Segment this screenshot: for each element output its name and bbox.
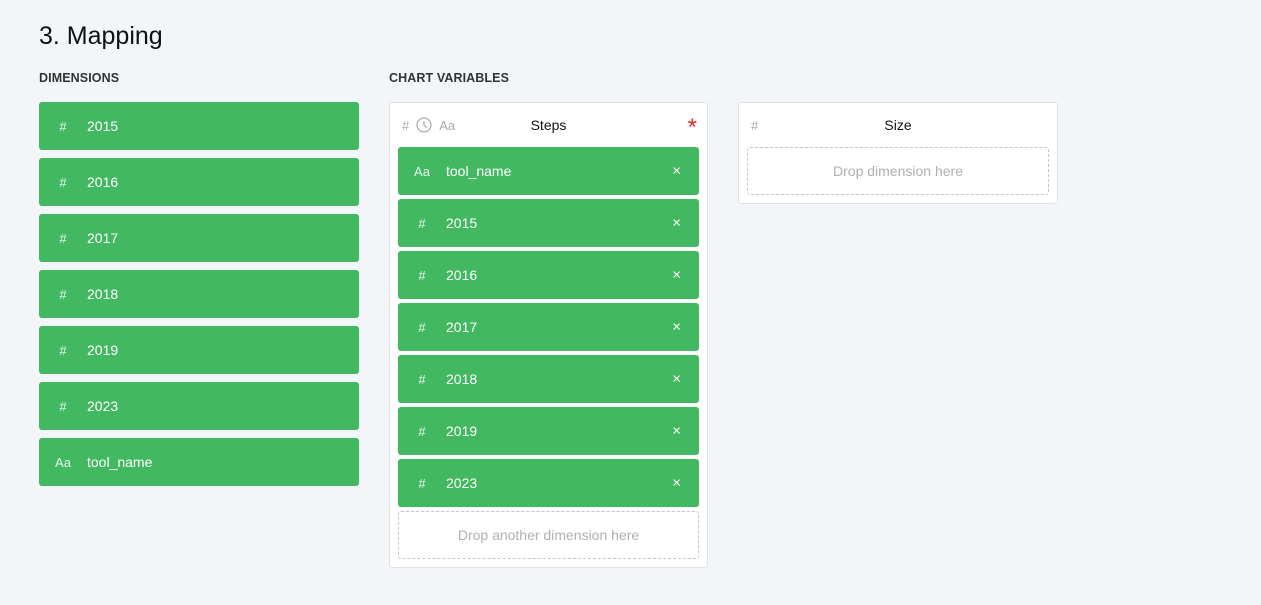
- mapped-dimension-label: 2018: [446, 371, 478, 387]
- dimension-label: tool_name: [87, 454, 153, 470]
- number-type-icon: #: [418, 267, 426, 283]
- dimension-label: 2019: [87, 342, 119, 358]
- number-type-icon: #: [402, 117, 410, 133]
- steps-variable-card: # Aa Steps * Aa tool_name × # 2015 × # 2…: [389, 102, 708, 568]
- date-type-icon: [416, 117, 432, 133]
- variable-title: Size: [884, 117, 912, 133]
- mapped-dimension[interactable]: # 2015 ×: [398, 199, 699, 247]
- string-type-icon: Aa: [55, 454, 71, 470]
- number-type-icon: #: [59, 174, 67, 190]
- mapped-dimension[interactable]: # 2019 ×: [398, 407, 699, 455]
- number-type-icon: #: [418, 423, 426, 439]
- mapped-dimension-label: 2016: [446, 267, 478, 283]
- number-type-icon: #: [418, 319, 426, 335]
- steps-drop-list: Aa tool_name × # 2015 × # 2016 × # 2017 …: [390, 147, 707, 559]
- page-title: 3. Mapping: [39, 22, 163, 50]
- mapped-dimension-label: 2023: [446, 475, 478, 491]
- dimension-label: 2015: [87, 118, 119, 134]
- close-icon[interactable]: ×: [672, 372, 681, 387]
- mapped-dimension[interactable]: # 2016 ×: [398, 251, 699, 299]
- number-type-icon: #: [59, 286, 67, 302]
- variable-title: Steps: [530, 117, 567, 133]
- dimension-item[interactable]: # 2019: [39, 326, 359, 374]
- mapped-dimension[interactable]: # 2018 ×: [398, 355, 699, 403]
- dimension-item[interactable]: # 2018: [39, 270, 359, 318]
- dimensions-heading: DIMENSIONS: [39, 71, 120, 85]
- dimensions-list: # 2015 # 2016 # 2017 # 2018 # 2019 # 202…: [39, 102, 359, 494]
- accepted-types: # Aa: [402, 103, 455, 147]
- mapped-dimension[interactable]: # 2023 ×: [398, 459, 699, 507]
- required-asterisk-icon: *: [687, 114, 697, 141]
- accepted-types: #: [751, 103, 758, 147]
- number-type-icon: #: [418, 215, 426, 231]
- close-icon[interactable]: ×: [672, 216, 681, 231]
- size-variable-card: # Size Drop dimension here: [738, 102, 1058, 204]
- size-drop-list: Drop dimension here: [739, 147, 1057, 195]
- mapped-dimension-label: 2015: [446, 215, 478, 231]
- close-icon[interactable]: ×: [672, 424, 681, 439]
- mapped-dimension[interactable]: # 2017 ×: [398, 303, 699, 351]
- dimension-item[interactable]: Aa tool_name: [39, 438, 359, 486]
- dimension-item[interactable]: # 2023: [39, 382, 359, 430]
- close-icon[interactable]: ×: [672, 476, 681, 491]
- number-type-icon: #: [59, 342, 67, 358]
- close-icon[interactable]: ×: [672, 320, 681, 335]
- number-type-icon: #: [418, 475, 426, 491]
- mapped-dimension-label: 2019: [446, 423, 478, 439]
- dimension-item[interactable]: # 2016: [39, 158, 359, 206]
- chart-variables-heading: CHART VARIABLES: [389, 71, 510, 85]
- dimension-label: 2017: [87, 230, 119, 246]
- mapped-dimension-label: tool_name: [446, 163, 512, 179]
- dimension-label: 2016: [87, 174, 119, 190]
- string-type-icon: Aa: [414, 163, 430, 179]
- steps-header: # Aa Steps *: [390, 103, 707, 147]
- number-type-icon: #: [59, 118, 67, 134]
- dimension-label: 2018: [87, 286, 119, 302]
- number-type-icon: #: [59, 398, 67, 414]
- close-icon[interactable]: ×: [672, 164, 681, 179]
- number-type-icon: #: [751, 117, 759, 133]
- mapped-dimension-label: 2017: [446, 319, 478, 335]
- dimension-label: 2023: [87, 398, 119, 414]
- number-type-icon: #: [59, 230, 67, 246]
- mapped-dimension[interactable]: Aa tool_name ×: [398, 147, 699, 195]
- steps-drop-zone[interactable]: Drop another dimension here: [398, 511, 699, 559]
- close-icon[interactable]: ×: [672, 268, 681, 283]
- number-type-icon: #: [418, 371, 426, 387]
- size-drop-zone[interactable]: Drop dimension here: [747, 147, 1049, 195]
- dimension-item[interactable]: # 2015: [39, 102, 359, 150]
- dimension-item[interactable]: # 2017: [39, 214, 359, 262]
- size-header: # Size: [739, 103, 1057, 147]
- string-type-icon: Aa: [439, 117, 456, 133]
